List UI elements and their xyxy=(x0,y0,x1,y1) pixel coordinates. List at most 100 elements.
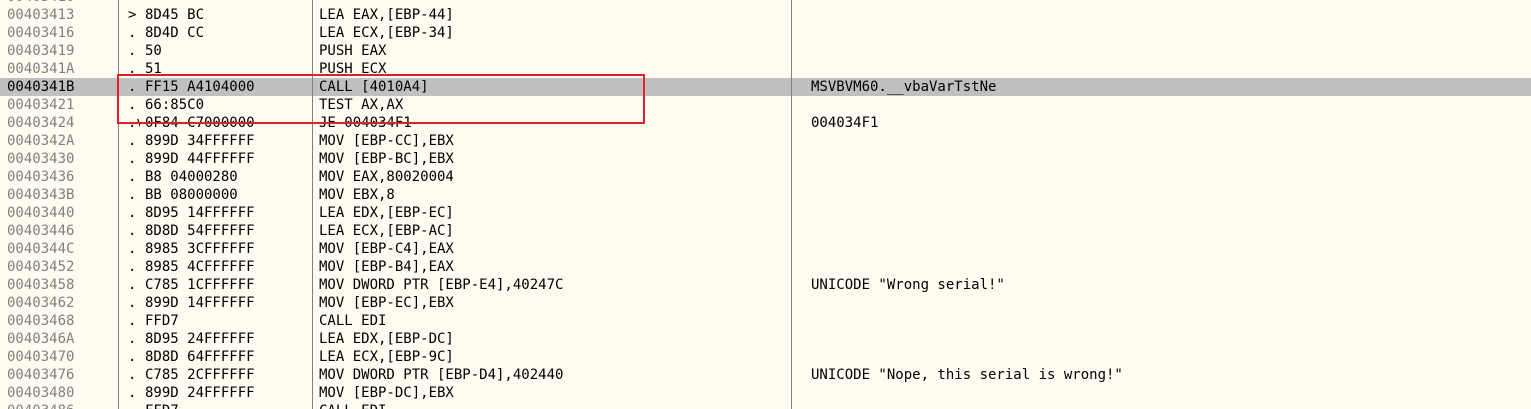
hex-dump-cell: 8D95 14FFFFFF xyxy=(145,205,255,221)
jump-marker: . xyxy=(128,79,137,95)
disasm-row[interactable]: 0040341A. 51 PUSH ECX xyxy=(0,60,1531,78)
disasm-row[interactable]: 00403421. 66:85C0 TEST AX,AX xyxy=(0,96,1531,114)
comment-cell xyxy=(811,168,1511,186)
instruction-cell: PUSH EAX xyxy=(319,43,387,59)
hex-dump-cell: 8D95 24FFFFFF xyxy=(145,331,255,347)
comment-cell xyxy=(811,132,1511,150)
disasm-row[interactable]: 00403486. FFD7 CALL EDI xyxy=(0,402,1531,409)
address-cell: 0040343B xyxy=(7,187,75,203)
disasm-row[interactable]: 0040344C. 8985 3CFFFFFF MOV [EBP-C4],EAX xyxy=(0,240,1531,258)
disasm-row[interactable]: 00403446. 8D8D 54FFFFFF LEA ECX,[EBP-AC] xyxy=(0,222,1531,240)
hex-dump-cell: C785 1CFFFFFF xyxy=(145,277,255,293)
jump-marker: . xyxy=(128,241,137,257)
comment-cell xyxy=(811,384,1511,402)
disasm-row[interactable]: 00403452. 8985 4CFFFFFF MOV [EBP-B4],EAX xyxy=(0,258,1531,276)
disasm-row[interactable]: 00403416. 8D4D CC LEA ECX,[EBP-34] xyxy=(0,24,1531,42)
disasm-row[interactable]: 00403413 >8D45 BC LEA EAX,[EBP-44] xyxy=(0,6,1531,24)
instruction-cell: MOV [EBP-BC],EBX xyxy=(319,151,454,167)
jump-marker: . xyxy=(128,331,137,347)
address-cell: 00403446 xyxy=(7,223,75,239)
comment-cell xyxy=(811,24,1511,42)
instruction-cell: MOV [EBP-EC],EBX xyxy=(319,295,454,311)
disasm-row[interactable]: 0040346A. 8D95 24FFFFFF LEA EDX,[EBP-DC] xyxy=(0,330,1531,348)
instruction-cell: CALL EDI xyxy=(319,402,789,409)
disasm-row[interactable]: 00403419. 50 PUSH EAX xyxy=(0,42,1531,60)
jump-marker: . xyxy=(128,295,137,311)
hex-dump-cell: 899D 44FFFFFF xyxy=(145,151,255,167)
instruction-cell: LEA ECX,[EBP-34] xyxy=(319,25,454,41)
address-cell: 0040341B xyxy=(7,79,75,95)
comment-cell: MSVBVM60.__vbaVarTstNe xyxy=(811,79,997,95)
address-cell: 0040346A xyxy=(7,331,75,347)
hex-dump-cell: 50 xyxy=(145,43,162,59)
comment-cell xyxy=(811,348,1511,366)
address-cell: 00403424 xyxy=(7,115,75,131)
hex-dump-cell: FF15 A4104000 xyxy=(145,79,255,95)
hex-dump-cell: 8D8D 54FFFFFF xyxy=(145,223,255,239)
address-cell: 00403440 xyxy=(7,205,75,221)
jump-marker: . xyxy=(128,97,137,113)
hex-dump-cell: FFD7 xyxy=(145,313,179,329)
disasm-row[interactable]: 00403468. FFD7 CALL EDI xyxy=(0,312,1531,330)
address-cell: 00403430 xyxy=(7,151,75,167)
jump-marker: . xyxy=(128,61,137,77)
disasm-row[interactable]: 0040343B. BB 08000000 MOV EBX,8 xyxy=(0,186,1531,204)
address-cell: 0040341A xyxy=(7,61,75,77)
address-cell: 00403476 xyxy=(7,367,75,383)
comment-cell: UNICODE "Wrong serial!" xyxy=(811,277,1005,293)
jump-marker: . xyxy=(128,133,137,149)
address-cell: 00403416 xyxy=(7,25,75,41)
jump-marker: . xyxy=(128,313,137,329)
column-divider-instruction xyxy=(791,0,792,409)
jump-marker: . xyxy=(128,385,137,401)
address-cell: 00403421 xyxy=(7,97,75,113)
address-cell: 00403419 xyxy=(7,43,75,59)
instruction-cell: MOV DWORD PTR [EBP-E4],40247C xyxy=(319,277,564,293)
address-cell: 0040344C xyxy=(7,241,75,257)
instruction-cell: CALL [4010A4] xyxy=(319,79,429,95)
comment-cell xyxy=(811,258,1511,276)
comment-cell xyxy=(811,6,1511,24)
disassembly-pane[interactable]: 0040341000403413>8D45 BCLEA EAX,[EBP-44]… xyxy=(0,0,1531,409)
hex-dump-cell: 51 xyxy=(145,61,162,77)
jump-marker: . xyxy=(128,259,137,275)
disasm-row[interactable]: 00403470. 8D8D 64FFFFFF LEA ECX,[EBP-9C] xyxy=(0,348,1531,366)
address-cell: 00403468 xyxy=(7,313,75,329)
disasm-row[interactable]: 00403424 .v 0F84 C7000000 JE 004034F1 004034… xyxy=(0,114,1531,132)
jump-marker: . xyxy=(128,367,137,383)
disasm-row[interactable]: 00403436. B8 04000280 MOV EAX,80020004 xyxy=(0,168,1531,186)
address-cell: 00403486 xyxy=(7,402,115,409)
disasm-row[interactable]: 00403462. 899D 14FFFFFF MOV [EBP-EC],EBX xyxy=(0,294,1531,312)
instruction-cell: JE 004034F1 xyxy=(319,115,412,131)
comment-cell xyxy=(811,330,1511,348)
disasm-row[interactable]: 00403476. C785 2CFFFFFF MOV DWORD PTR [EBP… xyxy=(0,366,1531,384)
disasm-row-selected[interactable]: 0040341B. FF15 A4104000 CALL [4010A4] MSVBV… xyxy=(0,78,1531,96)
hex-dump-cell: 8985 3CFFFFFF xyxy=(145,241,255,257)
disasm-row[interactable]: 00403430. 899D 44FFFFFF MOV [EBP-BC],EBX xyxy=(0,150,1531,168)
jump-marker: . xyxy=(128,187,137,203)
instruction-cell: MOV [EBP-CC],EBX xyxy=(319,133,454,149)
address-cell: 00403458 xyxy=(7,277,75,293)
address-cell: 00403470 xyxy=(7,349,75,365)
hex-dump-cell: 8D4D CC xyxy=(145,25,205,41)
disasm-row[interactable]: 0040342A. 899D 34FFFFFF MOV [EBP-CC],EBX xyxy=(0,132,1531,150)
address-cell: 00403462 xyxy=(7,295,75,311)
hex-dump-cell: 66:85C0 xyxy=(145,97,205,113)
hex-dump-cell: 8985 4CFFFFFF xyxy=(145,259,255,275)
disasm-row[interactable]: 00403480. 899D 24FFFFFF MOV [EBP-DC],EBX xyxy=(0,384,1531,402)
instruction-cell: MOV [EBP-C4],EAX xyxy=(319,241,454,257)
address-cell: 00403413 xyxy=(7,7,75,23)
hex-dump-cell: B8 04000280 xyxy=(145,169,238,185)
address-cell: 00403480 xyxy=(7,385,75,401)
address-cell: 00403452 xyxy=(7,259,75,275)
disasm-row[interactable]: 00403440. 8D95 14FFFFFF LEA EDX,[EBP-EC] xyxy=(0,204,1531,222)
instruction-cell: MOV DWORD PTR [EBP-D4],402440 xyxy=(319,367,564,383)
disasm-row[interactable]: 00403458. C785 1CFFFFFF MOV DWORD PTR [EBP… xyxy=(0,276,1531,294)
comment-cell: UNICODE "Nope, this serial is wrong!" xyxy=(811,367,1123,383)
instruction-cell: TEST AX,AX xyxy=(319,97,404,113)
instruction-cell: MOV [EBP-DC],EBX xyxy=(319,385,454,401)
comment-cell xyxy=(811,186,1511,204)
hex-dump-cell: 899D 34FFFFFF xyxy=(145,133,255,149)
comment-cell xyxy=(811,222,1511,240)
instruction-cell: CALL EDI xyxy=(319,313,387,329)
